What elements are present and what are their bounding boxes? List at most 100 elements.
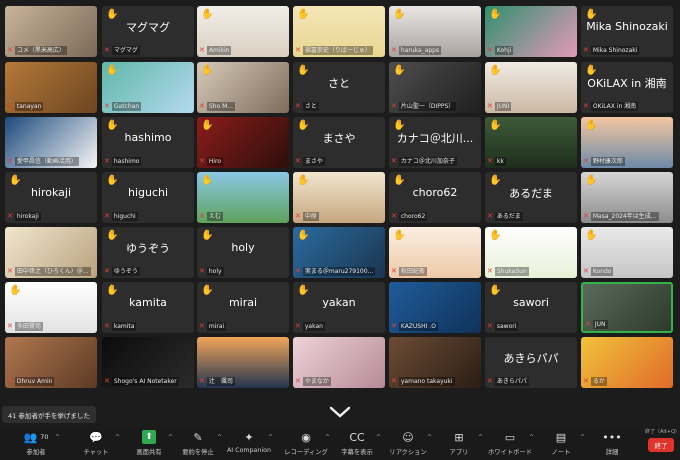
toolbar-button-record[interactable]: ◉ レコーディング ^ (280, 430, 332, 458)
toolbar-button-share-screen[interactable]: ⬆ 画面共有 ^ (123, 430, 175, 458)
participant-tile[interactable]: sawori ✋ ✕ sawori (485, 282, 577, 333)
participant-tile[interactable]: ゆうぞう ✋ ✕ ゆうぞう (102, 227, 194, 278)
participant-footer: ✕ やまなか (295, 376, 383, 386)
participant-tile[interactable]: ✋ ✕ haruka_apps (389, 6, 481, 57)
participant-tile[interactable]: あるだま ✋ ✕ あるだま (485, 172, 577, 223)
raised-hands-toast[interactable]: 41 参加者が手を挙げました (2, 406, 96, 423)
participant-tile[interactable]: ✋ ✕ ShukaSun (485, 227, 577, 278)
participant-footer: ✕ hashimo (104, 156, 192, 166)
participant-tile[interactable]: yakan ✋ ✕ yakan (293, 282, 385, 333)
participant-tile[interactable]: ✕ tanayan (5, 62, 97, 113)
participant-tile[interactable]: マグマグ ✋ ✕ マグマグ (102, 6, 194, 57)
participant-tile[interactable]: ✕ JUN (581, 282, 673, 333)
toolbar-button-summary[interactable]: ✎ 要約を停止 ^ (172, 430, 224, 458)
raised-hand-icon: ✋ (585, 9, 598, 20)
participant-tile[interactable]: ✕ 辻 颯司 (197, 337, 289, 388)
muted-mic-icon: ✕ (7, 212, 13, 220)
participant-tile[interactable]: hashimo ✋ ✕ hashimo (102, 117, 194, 168)
participant-tile[interactable]: ✋ ✕ 野村康次郎 (581, 117, 673, 168)
participant-footer: ✕ 多田賢司 (7, 321, 95, 331)
toolbar-button-more[interactable]: ••• 詳細 (586, 430, 638, 458)
end-tooltip: 終了（Alt+Q） (645, 429, 680, 435)
muted-mic-icon: ✕ (487, 267, 493, 275)
muted-mic-icon: ✕ (7, 102, 13, 110)
participant-name-label: 多田賢司 (14, 321, 43, 331)
chevron-up-icon[interactable]: ^ (580, 434, 585, 441)
participant-tile[interactable]: hirokaji ✋ ✕ hirokaji (5, 172, 97, 223)
chevron-up-icon[interactable]: ^ (529, 434, 534, 441)
chevron-down-icon[interactable] (328, 405, 352, 419)
participant-name-label: Gatchan (111, 101, 142, 111)
participant-tile[interactable]: ✕ るか (581, 337, 673, 388)
participant-footer: ✕ 中原 (295, 211, 383, 221)
participant-tile[interactable]: ✋ ✕ JUNI (485, 62, 577, 113)
chevron-up-icon[interactable]: ^ (217, 434, 222, 441)
toolbar-button-notes[interactable]: ▤ ノート ^ (535, 430, 587, 458)
participant-tile[interactable]: choro62 ✋ ✕ choro62 (389, 172, 481, 223)
participant-tile[interactable]: ✋ ✕ Gatchan (102, 62, 194, 113)
participant-tile[interactable]: ✕ 愛甲昌信（動画活用） (5, 117, 97, 168)
toolbar-button-captions[interactable]: CC 字幕を表示 ^ (331, 430, 383, 458)
chevron-up-icon[interactable]: ^ (427, 434, 432, 441)
raised-hand-icon: ✋ (201, 65, 214, 76)
chevron-up-icon[interactable]: ^ (376, 434, 381, 441)
participant-footer: ✕ 愛甲昌信（動画活用） (7, 156, 95, 166)
participant-tile[interactable]: ✋ ✕ Sho M... (197, 62, 289, 113)
participant-tile[interactable]: ✋ ✕ Kondo (581, 227, 673, 278)
toolbar-button-apps[interactable]: ⊞ アプリ ^ (433, 430, 485, 458)
participant-tile[interactable]: ✋ ✕ 中原 (293, 172, 385, 223)
chevron-up-icon[interactable]: ^ (478, 434, 483, 441)
chevron-up-icon[interactable]: ^ (325, 434, 330, 441)
participant-tile[interactable]: まさや ✋ ✕ まさや (293, 117, 385, 168)
chevron-up-icon[interactable]: ^ (55, 434, 60, 441)
participant-tile[interactable]: mirai ✋ ✕ mirai (197, 282, 289, 333)
participant-tile[interactable]: holy ✋ ✕ holy (197, 227, 289, 278)
participant-name-label: Sho M... (206, 101, 235, 111)
raised-hand-icon: ✋ (489, 175, 502, 186)
toolbar-button-ai-companion[interactable]: ✦ AI Companion ^ (223, 430, 275, 458)
participant-tile[interactable]: ✋ ✕ Amikin (197, 6, 289, 57)
participant-tile[interactable]: Mika Shinozaki ✋ ✕ Mika Shinozaki (581, 6, 673, 57)
participant-footer: ✕ kamita (104, 321, 192, 331)
participant-tile[interactable]: kamita ✋ ✕ kamita (102, 282, 194, 333)
participant-tile[interactable]: ✋ ✕ 片山聖一（DIPPS） (389, 62, 481, 113)
raised-hand-icon: ✋ (9, 285, 22, 296)
participant-tile[interactable]: ✋ ✕ 実まる＠maru279100... (293, 227, 385, 278)
toolbar-button-chat[interactable]: 💬 チャット ^ (70, 430, 122, 458)
participant-footer: ✕ Shogo's AI Notetaker (104, 376, 192, 386)
participant-tile[interactable]: ✋ ✕ Kohji (485, 6, 577, 57)
participant-tile[interactable]: ✕ yamano takayuki (389, 337, 481, 388)
participant-tile[interactable]: ✋ ✕ kk (485, 117, 577, 168)
chevron-up-icon[interactable]: ^ (115, 434, 120, 441)
participant-tile[interactable]: ✕ Shogo's AI Notetaker (102, 337, 194, 388)
participant-tile[interactable]: OKiLAX in 湘南 ✋ ✕ OKiLAX in 湘南 (581, 62, 673, 113)
toolbar-button-reaction[interactable]: ☺ リアクション ^ (382, 430, 434, 458)
raised-hand-icon: ✋ (489, 65, 502, 76)
participant-tile[interactable]: ✕ コメ（黒米高広） (5, 6, 97, 57)
raised-hand-icon: ✋ (106, 120, 119, 131)
participant-tile[interactable]: カナコ＠北川... ✋ ✕ カナコ＠北川加奈子 (389, 117, 481, 168)
participant-tile[interactable]: ✕ KAZUSHI .O (389, 282, 481, 333)
participant-tile[interactable]: さと ✋ ✕ さと (293, 62, 385, 113)
end-meeting-button[interactable]: 終了 (648, 438, 674, 452)
participant-footer: ✕ ゆうぞう (104, 266, 192, 276)
participant-tile[interactable]: ✋ ✕ Hiro (197, 117, 289, 168)
toast-text: 41 参加者が手を挙げました (8, 411, 90, 420)
muted-mic-icon: ✕ (295, 46, 301, 54)
chevron-up-icon[interactable]: ^ (268, 434, 273, 441)
participant-tile[interactable]: ✕ 田中啓之（ひろくん）＠... (5, 227, 97, 278)
participant-tile[interactable]: あきらパパ ✕ あきらパパ (485, 337, 577, 388)
participant-name-label: Hiro (206, 156, 224, 166)
participant-tile[interactable]: ✋ ✕ 多田賢司 (5, 282, 97, 333)
participant-tile[interactable]: ✋ ✕ 福冨崇史（りばーじゅ） (293, 6, 385, 57)
participant-tile[interactable]: ✋ ✕ 秋田紀衛 (389, 227, 481, 278)
participant-tile[interactable]: ✋ ✕ えむ (197, 172, 289, 223)
participant-name-label: ShukaSun (494, 266, 529, 276)
participant-footer: ✕ Kohji (487, 45, 575, 55)
participant-tile[interactable]: ✕ やまなか (293, 337, 385, 388)
participant-tile[interactable]: higuchi ✋ ✕ higuchi (102, 172, 194, 223)
participant-tile[interactable]: ✕ Dhruv Amin (5, 337, 97, 388)
participant-tile[interactable]: ✋ ✕ Masa_2024年は生成... (581, 172, 673, 223)
toolbar-button-participants[interactable]: 👥 70 参加者 ^ (10, 430, 62, 458)
toolbar-button-whiteboard[interactable]: ▭ ホワイトボード ^ (484, 430, 536, 458)
